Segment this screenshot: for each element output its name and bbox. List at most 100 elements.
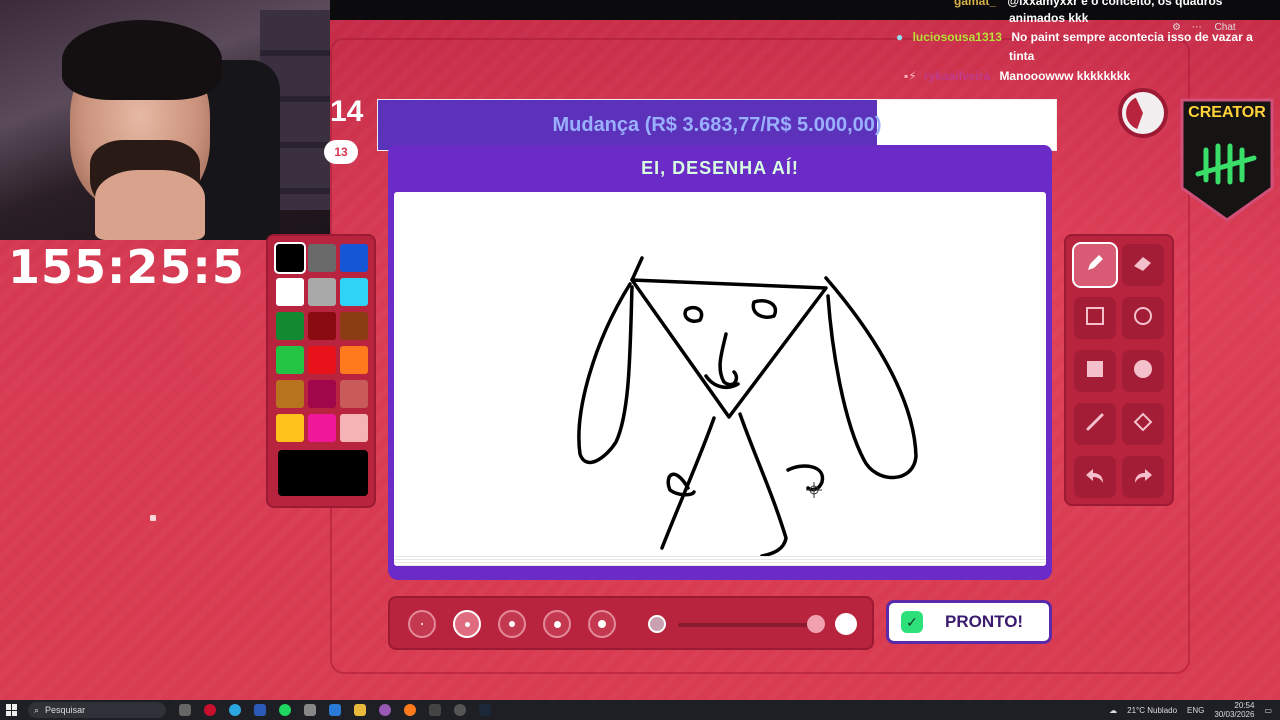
color-swatch[interactable] bbox=[340, 380, 368, 408]
brush-dot-icon bbox=[464, 621, 470, 627]
square-filled-icon bbox=[1084, 358, 1106, 385]
redo-icon bbox=[1131, 463, 1155, 492]
color-swatch[interactable] bbox=[308, 346, 336, 374]
done-label: PRONTO! bbox=[945, 612, 1024, 631]
streamer-hand bbox=[95, 170, 205, 240]
color-swatch[interactable] bbox=[340, 278, 368, 306]
color-swatch[interactable] bbox=[274, 242, 306, 274]
color-swatch[interactable] bbox=[340, 244, 368, 272]
circle-fill-tool[interactable] bbox=[1122, 350, 1164, 392]
obs-icon[interactable] bbox=[379, 704, 391, 716]
check-icon: ✓ bbox=[901, 611, 923, 633]
chat-message: gamat_ @ixxamyxxr e o conceito, os quadr… bbox=[954, 0, 1222, 8]
chat-username: rykaailveira bbox=[924, 69, 991, 83]
chat-label[interactable]: Chat bbox=[1215, 22, 1236, 33]
color-swatch[interactable] bbox=[340, 312, 368, 340]
chat-text: @ixxamyxxr e o conceito, os quadros bbox=[1007, 0, 1223, 8]
chat-settings-icon[interactable]: ⚙ bbox=[1172, 22, 1181, 33]
weather-text[interactable]: 21°C Nublado bbox=[1127, 706, 1177, 715]
notification-icon[interactable]: ▭ bbox=[1264, 706, 1272, 715]
color-swatch[interactable] bbox=[276, 380, 304, 408]
round-number: 14 bbox=[330, 95, 364, 128]
eraser-tool[interactable] bbox=[1122, 244, 1164, 286]
color-swatch[interactable] bbox=[276, 346, 304, 374]
brush-size-option[interactable] bbox=[588, 610, 616, 638]
creator-label: CREATOR bbox=[1188, 104, 1266, 121]
color-swatch[interactable] bbox=[308, 244, 336, 272]
windows-start-icon[interactable] bbox=[6, 704, 18, 716]
cursor-marker bbox=[150, 515, 156, 521]
taskbar-search[interactable]: ⌕ Pesquisar bbox=[28, 702, 166, 718]
opacity-slider-track[interactable] bbox=[678, 623, 818, 627]
drawing-canvas[interactable] bbox=[394, 192, 1046, 566]
chat-more-icon[interactable]: ⋯ bbox=[1192, 22, 1202, 33]
brush-dot-icon bbox=[553, 620, 561, 628]
chat-controls: ⚙ ⋯ Chat bbox=[1172, 22, 1236, 33]
app-icon[interactable] bbox=[254, 704, 266, 716]
calculator-icon[interactable] bbox=[304, 704, 316, 716]
color-swatch[interactable] bbox=[276, 312, 304, 340]
streamer-hair bbox=[62, 20, 222, 100]
color-swatch[interactable] bbox=[340, 346, 368, 374]
opacity-slider-knob[interactable] bbox=[807, 615, 825, 633]
app-icon-2[interactable] bbox=[454, 704, 466, 716]
brush-size-option[interactable] bbox=[408, 610, 436, 638]
terminal-icon[interactable] bbox=[429, 704, 441, 716]
store-icon[interactable] bbox=[329, 704, 341, 716]
color-swatch[interactable] bbox=[308, 278, 336, 306]
spotify-icon[interactable] bbox=[279, 704, 291, 716]
creator-badge: CREATOR bbox=[1178, 96, 1276, 224]
chat-message: animados kkk bbox=[1009, 11, 1089, 25]
rect-fill-tool[interactable] bbox=[1074, 350, 1116, 392]
line-tool[interactable] bbox=[1074, 403, 1116, 445]
opacity-max-dot bbox=[835, 613, 857, 635]
undo-tool[interactable] bbox=[1074, 456, 1116, 498]
pencil-tool[interactable] bbox=[1072, 242, 1118, 288]
circle-outline-icon bbox=[1132, 305, 1154, 332]
edge-icon[interactable] bbox=[229, 704, 241, 716]
circle-outline-tool[interactable] bbox=[1122, 297, 1164, 339]
brush-size-option[interactable] bbox=[498, 610, 526, 638]
weather-icon: ☁ bbox=[1109, 705, 1118, 715]
color-swatch[interactable] bbox=[308, 414, 336, 442]
brush-size-option[interactable] bbox=[453, 610, 481, 638]
brush-dot-icon bbox=[509, 621, 515, 627]
prompt-header: EI, DESENHA AÍ! bbox=[388, 145, 1052, 191]
rect-outline-tool[interactable] bbox=[1074, 297, 1116, 339]
circle-filled-icon bbox=[1132, 358, 1154, 385]
brush-dot-icon bbox=[598, 620, 606, 628]
color-swatch[interactable] bbox=[308, 380, 336, 408]
windows-taskbar: ⌕ Pesquisar ☁ 21°C Nublado ENG 20:54 30/… bbox=[0, 700, 1280, 720]
color-swatch[interactable] bbox=[276, 278, 304, 306]
lang-indicator[interactable]: ENG bbox=[1187, 706, 1204, 715]
clock-date: 30/03/2026 bbox=[1214, 710, 1255, 719]
brush-size-option[interactable] bbox=[543, 610, 571, 638]
task-view-icon[interactable] bbox=[179, 704, 191, 716]
fill-bucket-tool[interactable] bbox=[1122, 403, 1164, 445]
current-color-preview bbox=[278, 450, 368, 496]
folder-icon[interactable] bbox=[354, 704, 366, 716]
prompt-text: EI, DESENHA AÍ! bbox=[641, 157, 799, 178]
line-icon bbox=[1084, 411, 1106, 438]
opera-icon[interactable] bbox=[204, 704, 216, 716]
color-swatch[interactable] bbox=[308, 312, 336, 340]
undo-icon bbox=[1083, 463, 1107, 492]
tool-panel bbox=[1064, 234, 1174, 506]
search-placeholder: Pesquisar bbox=[45, 705, 86, 715]
pencil-icon bbox=[1083, 251, 1107, 280]
done-button[interactable]: ✓ PRONTO! bbox=[886, 600, 1052, 644]
taskbar-clock[interactable]: 20:54 30/03/2026 bbox=[1214, 701, 1254, 719]
notebook-lines bbox=[394, 556, 1046, 566]
redo-tool[interactable] bbox=[1122, 456, 1164, 498]
webcam-overlay bbox=[0, 0, 330, 240]
color-swatch[interactable] bbox=[340, 414, 368, 442]
eraser-icon bbox=[1131, 251, 1155, 280]
system-tray: ☁ 21°C Nublado ENG 20:54 30/03/2026 ▭ bbox=[1109, 700, 1272, 720]
color-swatch[interactable] bbox=[276, 414, 304, 442]
drawing-panel bbox=[388, 188, 1052, 580]
round-timer-icon bbox=[1118, 88, 1168, 138]
clock-time: 20:54 bbox=[1234, 701, 1255, 710]
steam-icon[interactable] bbox=[479, 704, 491, 716]
firefox-icon[interactable] bbox=[404, 704, 416, 716]
donation-goal-text: Mudança (R$ 3.683,77/R$ 5.000,00) bbox=[552, 113, 882, 136]
